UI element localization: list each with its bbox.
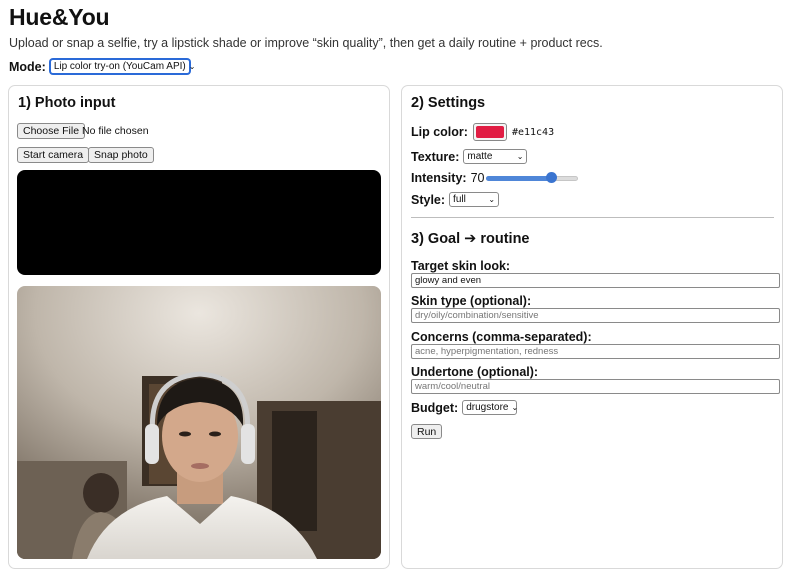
start-camera-button[interactable]: Start camera [17, 147, 90, 163]
lip-color-label: Lip color: [411, 125, 468, 139]
chevron-down-icon: ⌄ [511, 403, 519, 412]
budget-label: Budget: [411, 400, 459, 415]
intensity-slider[interactable] [486, 172, 579, 184]
photo-input-heading: 1) Photo input [18, 95, 116, 111]
settings-panel: 2) Settings Lip color: #e11c43 Texture: … [401, 85, 783, 569]
concerns-label: Concerns (comma-separated): [411, 330, 592, 344]
mode-label: Mode: [9, 59, 46, 74]
settings-heading: 2) Settings [411, 95, 486, 111]
intensity-row: Intensity: 70 [411, 171, 579, 185]
undertone-input[interactable] [411, 379, 780, 394]
slider-thumb[interactable] [545, 172, 557, 183]
mode-select-value: Lip color try-on (YouCam API) [53, 61, 186, 72]
lip-color-row: Lip color: #e11c43 [411, 123, 554, 141]
photo-input-panel: 1) Photo input Choose File No file chose… [8, 85, 390, 569]
intensity-value: 70 [470, 171, 485, 185]
routine-heading: 3) Goal ➔ routine [411, 231, 530, 247]
chevron-down-icon: ⌄ [488, 195, 496, 204]
lip-color-hex: #e11c43 [511, 126, 555, 138]
app-subtitle: Upload or snap a selfie, try a lipstick … [9, 36, 603, 50]
mode-select[interactable]: Lip color try-on (YouCam API) ⌄ [49, 59, 195, 74]
texture-row: Texture: matte ⌄ [411, 149, 528, 164]
mode-row: Mode: Lip color try-on (YouCam API) ⌄ [9, 59, 195, 74]
chevron-down-icon: ⌄ [516, 152, 524, 161]
texture-select-value: matte [467, 151, 493, 162]
style-select[interactable]: full ⌄ [449, 192, 500, 207]
chevron-down-icon: ⌄ [188, 62, 196, 71]
intensity-label: Intensity: [411, 171, 467, 185]
texture-label: Texture: [411, 149, 460, 164]
budget-select-value: drugstore [466, 402, 509, 413]
budget-row: Budget: drugstore ⌄ [411, 400, 519, 415]
skin-type-input[interactable] [411, 308, 780, 323]
budget-select[interactable]: drugstore ⌄ [462, 400, 519, 415]
target-look-input[interactable] [411, 273, 780, 288]
app-title: Hue&You [9, 4, 110, 30]
style-row: Style: full ⌄ [411, 192, 500, 207]
run-button[interactable]: Run [411, 424, 443, 439]
slider-fill [486, 176, 551, 181]
target-look-label: Target skin look: [411, 259, 511, 273]
selfie-photo [17, 286, 381, 559]
camera-video-preview [17, 170, 381, 275]
no-file-text: No file chosen [82, 125, 149, 137]
skin-type-label: Skin type (optional): [411, 294, 532, 308]
lip-color-picker[interactable] [472, 123, 507, 141]
undertone-label: Undertone (optional): [411, 365, 539, 379]
section-divider [411, 217, 774, 218]
style-label: Style: [411, 192, 446, 207]
texture-select[interactable]: matte ⌄ [463, 149, 528, 164]
style-select-value: full [453, 194, 466, 205]
concerns-input[interactable] [411, 344, 780, 359]
lip-color-swatch [475, 126, 504, 138]
snap-photo-button[interactable]: Snap photo [88, 147, 154, 163]
choose-file-button[interactable]: Choose File [17, 123, 86, 139]
